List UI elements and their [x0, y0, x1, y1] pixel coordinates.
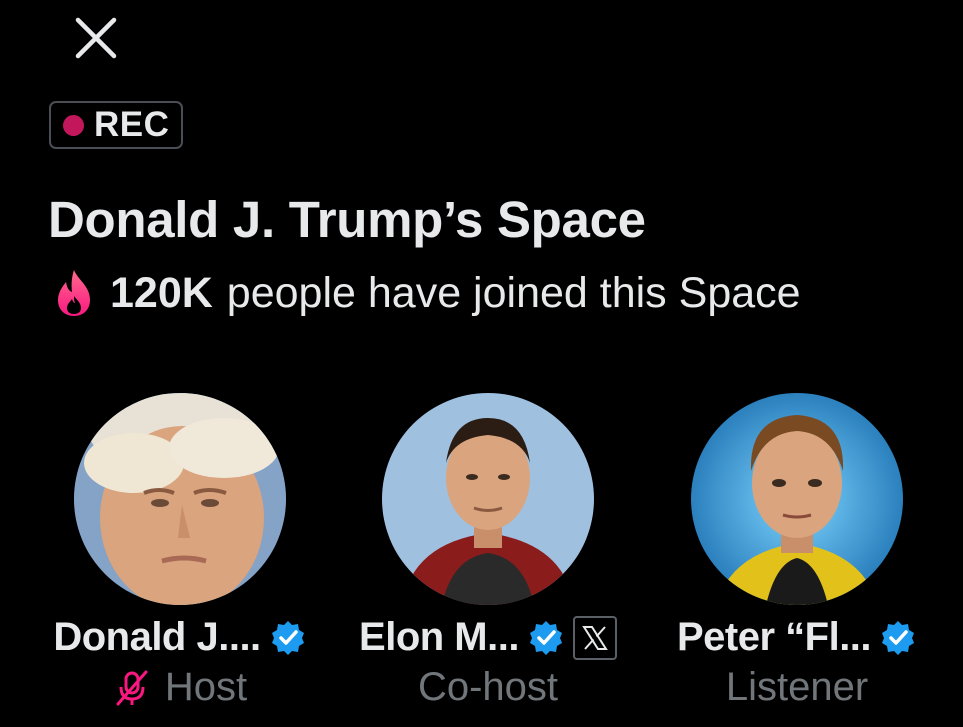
- space-sheet: REC Donald J. Trump’s Space 120K people …: [0, 0, 963, 727]
- participant-listener[interactable]: Peter “Fl... Listener: [647, 393, 947, 723]
- avatar[interactable]: [74, 393, 286, 605]
- recording-badge: REC: [49, 101, 184, 149]
- participant-role: Listener: [725, 665, 869, 709]
- mic-off-icon: [116, 670, 148, 705]
- participant-name-row: Peter “Fl...: [647, 615, 947, 660]
- participant-name-row: Elon M...: [338, 615, 638, 660]
- participant-name: Peter “Fl...: [676, 615, 872, 659]
- recording-dot-icon: [63, 114, 84, 136]
- participant-role: Host: [164, 665, 248, 709]
- joined-stats: 120K people have joined this Space: [52, 268, 801, 318]
- avatar[interactable]: [691, 393, 903, 605]
- participant-role: Co-host: [417, 665, 559, 709]
- participant-name: Elon M...: [359, 615, 519, 659]
- verified-badge-icon: [271, 620, 304, 655]
- participant-name-row: Donald J....: [30, 615, 330, 660]
- x-logo-icon: [582, 625, 608, 650]
- fire-icon: [58, 270, 90, 316]
- recording-label: REC: [94, 105, 170, 144]
- participant-role-row: Host: [30, 665, 330, 710]
- joined-count: 120K: [110, 268, 213, 317]
- affiliate-badge: [572, 615, 617, 660]
- participant-role-row: Listener: [647, 665, 947, 710]
- participant-name: Donald J....: [53, 615, 261, 659]
- avatar[interactable]: [382, 393, 594, 605]
- joined-text: people have joined this Space: [226, 268, 801, 317]
- participant-role-row: Co-host: [338, 665, 638, 710]
- verified-badge-icon: [529, 620, 562, 655]
- verified-badge-icon: [882, 620, 915, 655]
- close-icon: [75, 17, 117, 59]
- participant-host[interactable]: Donald J.... Host: [30, 393, 330, 723]
- close-button[interactable]: [70, 12, 122, 64]
- participant-cohost[interactable]: Elon M... Co-host: [338, 393, 638, 723]
- space-title: Donald J. Trump’s Space: [48, 191, 646, 248]
